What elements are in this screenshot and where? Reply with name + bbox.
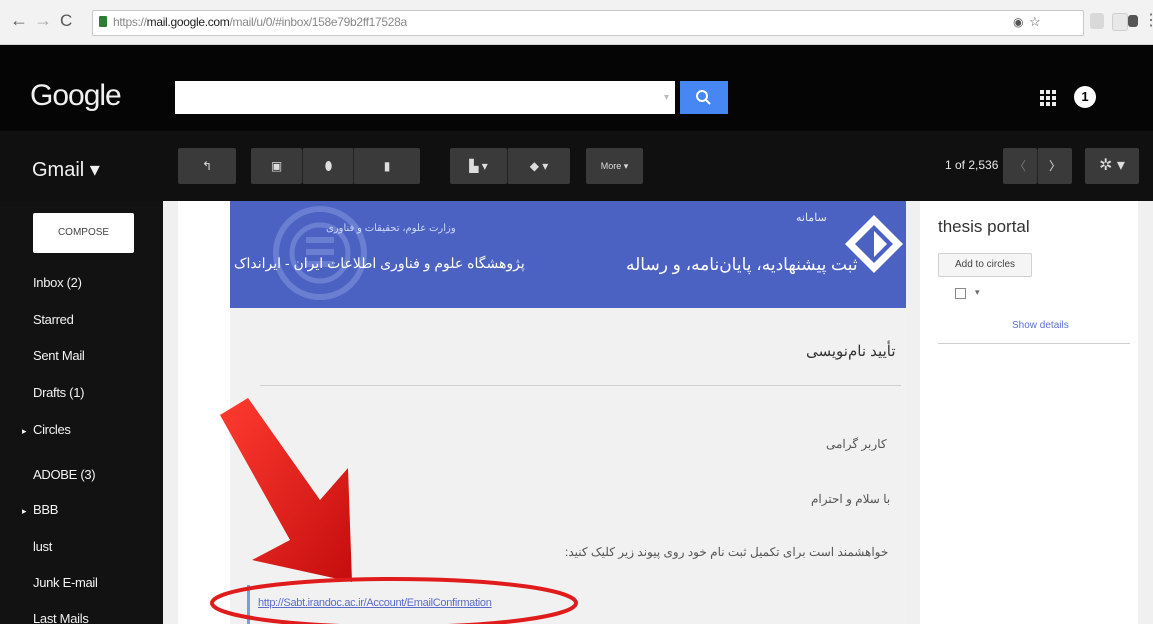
org-title: پژوهشگاه علوم و فناوری اطلاعات ایران - ا… bbox=[234, 255, 525, 271]
email-body: وزارت علوم، تحقیقات و فناوری پژوهشگاه عل… bbox=[230, 201, 906, 624]
address-bar[interactable]: https://mail.google.com/mail/u/0/#inbox/… bbox=[92, 10, 1084, 36]
zoom-icon[interactable]: ◉ bbox=[1013, 15, 1023, 29]
portal-logo bbox=[845, 215, 903, 273]
extension-icon[interactable] bbox=[1090, 13, 1104, 29]
newer-button[interactable]: 〈 bbox=[1003, 148, 1037, 184]
sidebar-item-circles[interactable]: Circles bbox=[33, 422, 71, 437]
chevron-right-icon: 〉 bbox=[1048, 159, 1061, 173]
expand-icon[interactable]: ▸ bbox=[22, 426, 27, 437]
move-to-icon: ▙ ▾ bbox=[469, 159, 488, 173]
sidebar-item-drafts[interactable]: Drafts (1) bbox=[33, 385, 84, 400]
search-input[interactable] bbox=[175, 81, 675, 114]
divider bbox=[938, 343, 1130, 344]
search-icon bbox=[696, 90, 711, 105]
sidebar-item-junk[interactable]: Junk E-mail bbox=[33, 575, 98, 590]
sidebar-item-bbb[interactable]: BBB bbox=[33, 502, 58, 517]
email-banner: وزارت علوم، تحقیقات و فناوری پژوهشگاه عل… bbox=[230, 201, 906, 308]
report-spam-button[interactable]: ⬮ bbox=[302, 148, 354, 184]
spam-icon: ⬮ bbox=[324, 159, 333, 173]
more-button[interactable]: More ▾ bbox=[586, 148, 643, 184]
menu-icon[interactable]: ⋮ bbox=[1143, 10, 1153, 30]
gmail-menu[interactable]: Gmail ▾ bbox=[32, 157, 100, 182]
expand-icon[interactable]: ▸ bbox=[22, 506, 27, 517]
sidebar-item-inbox[interactable]: Inbox (2) bbox=[33, 275, 82, 290]
sidebar-item-starred[interactable]: Starred bbox=[33, 312, 74, 327]
settings-button[interactable]: ✲ ▾ bbox=[1085, 148, 1139, 184]
checkbox-icon[interactable] bbox=[955, 288, 966, 299]
google-header: Google ▾ 1 bbox=[0, 45, 1153, 131]
older-button[interactable]: 〉 bbox=[1037, 148, 1072, 184]
delete-button[interactable]: ▮ bbox=[353, 148, 420, 184]
left-nav: COMPOSE Inbox (2) Starred Sent Mail Draf… bbox=[0, 201, 163, 626]
archive-button[interactable]: ▣ bbox=[251, 148, 302, 184]
lock-icon bbox=[99, 16, 107, 27]
labels-button[interactable]: ◆ ▾ bbox=[507, 148, 570, 184]
show-details-link[interactable]: Show details bbox=[1012, 320, 1069, 331]
reload-icon[interactable]: C bbox=[60, 11, 72, 31]
notifications-badge[interactable]: 1 bbox=[1074, 86, 1096, 108]
compose-button[interactable]: COMPOSE bbox=[33, 213, 134, 253]
reply-icon: ↰ bbox=[201, 159, 213, 173]
chevron-left-icon: 〈 bbox=[1013, 159, 1026, 173]
sidebar-item-lust[interactable]: lust bbox=[33, 539, 52, 554]
org-subtitle: وزارت علوم، تحقیقات و فناوری bbox=[326, 223, 456, 234]
sidebar-item-adobe[interactable]: ADOBE (3) bbox=[33, 467, 96, 482]
gmail-toolbar: Gmail ▾ ↰ ▣ ⬮ ▮ ▙ ▾ ◆ ▾ More ▾ 1 of 2,53… bbox=[0, 131, 1153, 201]
org-logo bbox=[273, 206, 367, 300]
divider bbox=[260, 385, 901, 386]
star-icon[interactable]: ☆ bbox=[1029, 14, 1041, 30]
extension-icon[interactable] bbox=[1112, 13, 1128, 31]
greeting-text: کاربر گرامی bbox=[826, 437, 887, 451]
settings-icon: ✲ ▾ bbox=[1099, 157, 1125, 174]
chevron-down-icon[interactable]: ▾ bbox=[975, 287, 980, 298]
banner-title: ثبت پیشنهادیه، پایان‌نامه، و رساله bbox=[626, 255, 858, 274]
forward-icon[interactable]: → bbox=[34, 10, 52, 31]
quote-bar bbox=[247, 585, 250, 624]
labels-icon: ◆ ▾ bbox=[529, 159, 549, 173]
back-to-inbox-button[interactable]: ↰ bbox=[178, 148, 236, 184]
message-gutter bbox=[178, 201, 230, 624]
archive-icon: ▣ bbox=[270, 159, 283, 173]
sidebar-item-sent[interactable]: Sent Mail bbox=[33, 348, 85, 363]
sender-name[interactable]: thesis portal bbox=[938, 217, 1030, 237]
apps-icon[interactable] bbox=[1040, 90, 1056, 106]
confirmation-link[interactable]: http://Sabt.irandoc.ac.ir/Account/EmailC… bbox=[258, 597, 492, 609]
pagination-count: 1 of 2,536 bbox=[945, 158, 999, 172]
url-text: https://mail.google.com/mail/u/0/#inbox/… bbox=[113, 15, 407, 29]
search-button[interactable] bbox=[680, 81, 728, 114]
email-heading: تأیید نام‌نویسی bbox=[806, 343, 896, 360]
contact-panel: thesis portal Add to circles ▾ Show deta… bbox=[920, 201, 1138, 624]
add-to-circles-button[interactable]: Add to circles bbox=[938, 253, 1032, 277]
back-icon[interactable]: ← bbox=[10, 10, 28, 31]
search-options-icon[interactable]: ▾ bbox=[664, 92, 669, 103]
banner-subtitle: سامانه bbox=[796, 212, 827, 224]
google-logo[interactable]: Google bbox=[30, 79, 122, 113]
salutation-text: با سلام و احترام bbox=[811, 492, 891, 506]
move-to-button[interactable]: ▙ ▾ bbox=[450, 148, 507, 184]
instruction-text: خواهشمند است برای تکمیل ثبت نام خود روی … bbox=[565, 545, 889, 559]
delete-icon: ▮ bbox=[383, 159, 391, 173]
browser-toolbar: ← → C https://mail.google.com/mail/u/0/#… bbox=[0, 0, 1153, 45]
extension-icon[interactable] bbox=[1128, 15, 1138, 27]
